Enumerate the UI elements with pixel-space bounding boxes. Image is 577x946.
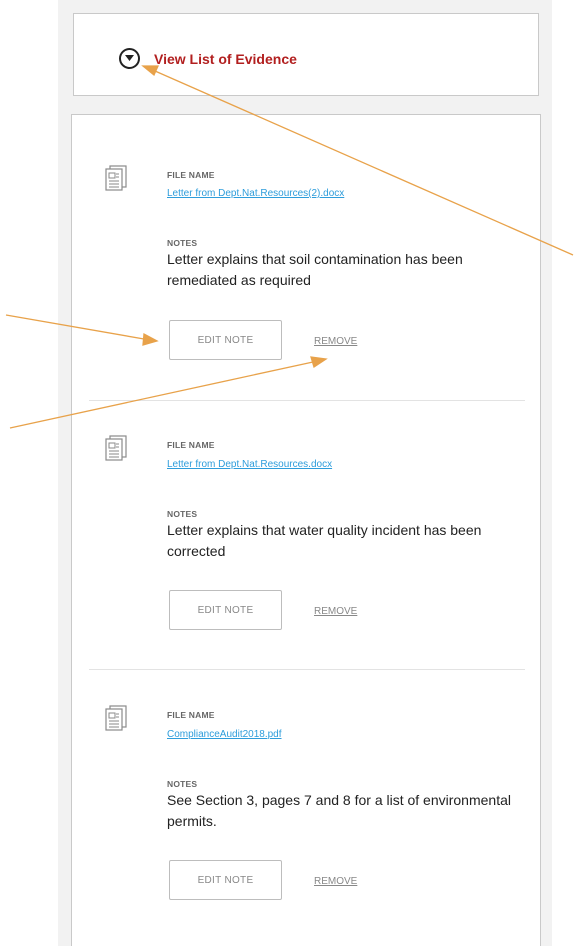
note-text: Letter explains that soil contamination … bbox=[167, 251, 463, 288]
document-icon bbox=[105, 435, 127, 466]
notes-label: NOTES bbox=[167, 238, 198, 248]
file-name-link[interactable]: Letter from Dept.Nat.Resources(2).docx bbox=[167, 188, 344, 199]
evidence-header: View List of Evidence bbox=[73, 13, 539, 96]
edit-note-button[interactable]: EDIT NOTE bbox=[169, 860, 282, 900]
view-list-title[interactable]: View List of Evidence bbox=[154, 51, 297, 67]
evidence-item: FILE NAME Letter from Dept.Nat.Resources… bbox=[72, 385, 540, 653]
evidence-item: FILE NAME ComplianceAudit2018.pdf NOTES … bbox=[72, 655, 540, 923]
remove-link[interactable]: REMOVE bbox=[314, 876, 357, 887]
chevron-down-icon bbox=[125, 55, 134, 61]
file-name-label: FILE NAME bbox=[167, 710, 215, 720]
page: View List of Evidence FILE NAME Letter f… bbox=[0, 0, 577, 946]
file-name-label: FILE NAME bbox=[167, 170, 215, 180]
remove-link[interactable]: REMOVE bbox=[314, 606, 357, 617]
edit-note-button[interactable]: EDIT NOTE bbox=[169, 320, 282, 360]
note-text: See Section 3, pages 7 and 8 for a list … bbox=[167, 792, 511, 829]
file-name-link[interactable]: Letter from Dept.Nat.Resources.docx bbox=[167, 459, 332, 470]
edit-note-button[interactable]: EDIT NOTE bbox=[169, 590, 282, 630]
evidence-item: FILE NAME Letter from Dept.Nat.Resources… bbox=[72, 115, 540, 383]
note-text: Letter explains that water quality incid… bbox=[167, 522, 482, 559]
notes-label: NOTES bbox=[167, 509, 198, 519]
document-icon bbox=[105, 165, 127, 196]
notes-label: NOTES bbox=[167, 779, 198, 789]
document-icon bbox=[105, 705, 127, 736]
file-name-label: FILE NAME bbox=[167, 440, 215, 450]
remove-link[interactable]: REMOVE bbox=[314, 336, 357, 347]
file-name-link[interactable]: ComplianceAudit2018.pdf bbox=[167, 729, 282, 740]
evidence-list: FILE NAME Letter from Dept.Nat.Resources… bbox=[71, 114, 541, 946]
expand-toggle-button[interactable] bbox=[119, 48, 140, 69]
